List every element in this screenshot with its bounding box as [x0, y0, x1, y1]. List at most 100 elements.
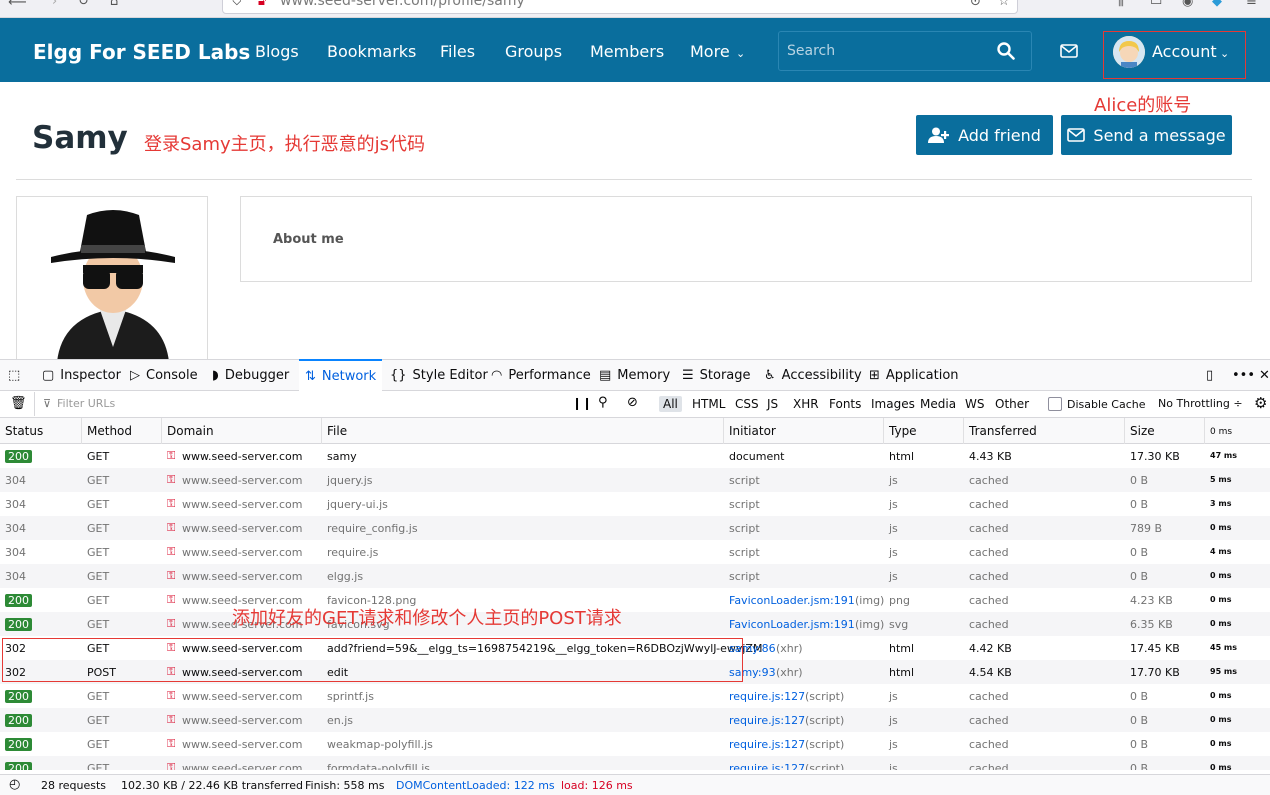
nav-bookmarks[interactable]: Bookmarks — [327, 42, 416, 61]
reader-icon[interactable]: ⊙ — [970, 0, 981, 9]
file-cell: require_config.js — [327, 522, 418, 535]
col-domain[interactable]: Domain — [167, 424, 214, 438]
filter-media[interactable]: Media — [920, 397, 956, 411]
site-brand[interactable]: Elgg For SEED Labs — [33, 40, 250, 64]
method-cell: GET — [87, 738, 110, 751]
tab-style-editor[interactable]: {} Style Editor — [390, 359, 488, 391]
table-row[interactable]: 200 GET ⚿ www.seed-server.com formdata-polyf… — [0, 756, 1270, 770]
throttling-select[interactable]: No Throttling ÷ — [1158, 397, 1243, 410]
table-row[interactable]: 200 GET ⚿ www.seed-server.com en.js require.j… — [0, 708, 1270, 732]
col-waterfall[interactable]: 0 ms — [1210, 427, 1232, 437]
col-initiator[interactable]: Initiator — [729, 424, 776, 438]
send-message-button[interactable]: Send a message — [1061, 115, 1232, 155]
tab-inspector[interactable]: ▢ Inspector — [42, 359, 121, 391]
status-cell: 304 — [5, 570, 26, 583]
sidebar-icon[interactable]: ▭ — [1150, 0, 1162, 9]
size-cell: 0 B — [1130, 498, 1149, 511]
col-status[interactable]: Status — [5, 424, 43, 438]
insecure-lock-icon: ⚿ — [167, 713, 176, 726]
filter-other[interactable]: Other — [995, 397, 1029, 411]
responsive-mode-icon[interactable]: ▯ — [1206, 359, 1213, 391]
table-row[interactable]: 304 GET ⚿ www.seed-server.com require_config… — [0, 516, 1270, 540]
block-icon[interactable]: ⊘ — [627, 395, 638, 410]
method-cell: GET — [87, 522, 110, 535]
tab-application[interactable]: ⊞ Application — [869, 359, 959, 391]
transferred-cell: cached — [969, 594, 1009, 607]
filter-html[interactable]: HTML — [692, 397, 725, 411]
filter-js[interactable]: JS — [767, 397, 778, 411]
status-cell: 304 — [5, 522, 26, 535]
status-cell: 304 — [5, 546, 26, 559]
table-row[interactable]: 304 GET ⚿ www.seed-server.com elgg.js script j… — [0, 564, 1270, 588]
account-circle-icon[interactable]: ◉ — [1182, 0, 1193, 9]
account-label[interactable]: Account — [1152, 42, 1217, 61]
insecure-lock-icon[interactable]: 🔓︎ — [258, 0, 266, 9]
nav-more[interactable]: More — [690, 42, 730, 61]
back-icon[interactable]: ⟵ — [8, 0, 27, 10]
col-size[interactable]: Size — [1130, 424, 1155, 438]
table-row[interactable]: 304 GET ⚿ www.seed-server.com jquery.js scrip… — [0, 468, 1270, 492]
table-row[interactable]: 200 GET ⚿ www.seed-server.com favicon.svg Fav… — [0, 612, 1270, 636]
summary-dcl: DOMContentLoaded: 122 ms — [396, 779, 555, 792]
table-row[interactable]: 304 GET ⚿ www.seed-server.com require.js scri… — [0, 540, 1270, 564]
filter-css[interactable]: CSS — [735, 397, 759, 411]
tab-debugger[interactable]: ◗ Debugger — [212, 359, 289, 391]
search-icon[interactable] — [997, 42, 1015, 60]
filter-urls-input[interactable]: Filter URLs — [57, 397, 115, 410]
col-file[interactable]: File — [327, 424, 347, 438]
settings-gear-icon[interactable]: ⚙ — [1254, 394, 1267, 412]
file-cell: elgg.js — [327, 570, 364, 583]
nav-members[interactable]: Members — [590, 42, 664, 61]
url-text[interactable]: www.seed-server.com/profile/samy — [280, 0, 525, 9]
filter-all[interactable]: All — [659, 396, 682, 412]
tab-network[interactable]: ⇅ Network — [299, 359, 383, 391]
more-options-icon[interactable]: ••• — [1232, 359, 1255, 391]
table-row[interactable]: 200 GET ⚿ www.seed-server.com weakmap-polyfi… — [0, 732, 1270, 756]
tab-console[interactable]: ▷ Console — [130, 359, 198, 391]
filter-xhr[interactable]: XHR — [793, 397, 819, 411]
home-icon[interactable]: ⌂ — [110, 0, 118, 9]
col-type[interactable]: Type — [889, 424, 917, 438]
filter-ws[interactable]: WS — [965, 397, 984, 411]
col-method[interactable]: Method — [87, 424, 132, 438]
tab-storage[interactable]: ☰ Storage — [682, 359, 751, 391]
tab-accessibility[interactable]: ♿︎ Accessibility — [764, 359, 862, 391]
initiator-suffix: (script) — [805, 738, 845, 751]
close-icon[interactable]: ✕ — [1259, 359, 1270, 391]
nav-groups[interactable]: Groups — [505, 42, 562, 61]
disable-cache-checkbox[interactable] — [1048, 397, 1062, 411]
menu-icon[interactable]: ≡ — [1246, 0, 1257, 9]
nav-files[interactable]: Files — [440, 42, 475, 61]
tab-performance[interactable]: ◠ Performance — [491, 359, 591, 391]
domain-cell: www.seed-server.com — [182, 714, 303, 727]
shield-icon[interactable]: ⛉ — [232, 0, 242, 9]
filter-images[interactable]: Images — [871, 397, 915, 411]
bookmark-star-icon[interactable]: ☆ — [998, 0, 1010, 9]
mail-icon[interactable] — [1060, 44, 1078, 58]
col-transferred[interactable]: Transferred — [969, 424, 1037, 438]
table-row[interactable]: 200 GET ⚿ www.seed-server.com samy document ht… — [0, 444, 1270, 468]
insecure-lock-icon: ⚿ — [167, 761, 176, 770]
profile-photo[interactable] — [16, 196, 208, 366]
reload-icon[interactable]: ↻ — [78, 0, 89, 9]
domain-cell: www.seed-server.com — [182, 522, 303, 535]
search-requests-icon[interactable]: ⚲ — [598, 395, 608, 410]
add-friend-button[interactable]: Add friend — [916, 115, 1053, 155]
about-heading: About me — [273, 232, 344, 247]
timing-cell: 0 ms — [1210, 715, 1232, 724]
nav-blogs[interactable]: Blogs — [255, 42, 299, 61]
initiator-suffix: (img) — [855, 594, 885, 607]
filter-fonts[interactable]: Fonts — [829, 397, 861, 411]
element-picker-icon[interactable]: ⬚ — [8, 359, 20, 391]
extension-icon[interactable]: ◆ — [1212, 0, 1222, 9]
transferred-cell: cached — [969, 714, 1009, 727]
library-icon[interactable]: ⫼ — [1118, 0, 1124, 9]
tab-memory[interactable]: ▤ Memory — [599, 359, 670, 391]
trash-icon[interactable]: 🗑︎ — [10, 396, 27, 411]
table-row[interactable]: 200 GET ⚿ www.seed-server.com favicon-128.pn… — [0, 588, 1270, 612]
table-row[interactable]: 200 GET ⚿ www.seed-server.com sprintf.js requ… — [0, 684, 1270, 708]
forward-icon[interactable]: › — [52, 0, 57, 9]
pause-icon[interactable]: ❙❙ — [572, 396, 592, 410]
table-row[interactable]: 304 GET ⚿ www.seed-server.com jquery-ui.js sc… — [0, 492, 1270, 516]
avatar[interactable] — [1113, 36, 1145, 68]
